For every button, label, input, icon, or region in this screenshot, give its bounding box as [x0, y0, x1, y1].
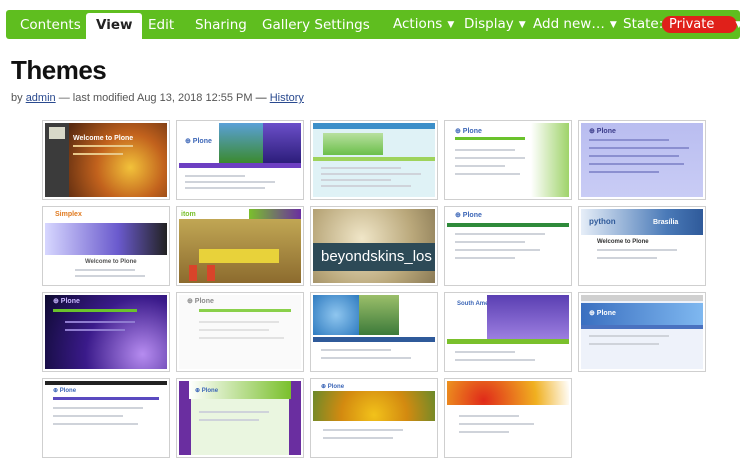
gallery-thumbnail[interactable] [310, 292, 438, 372]
byline: by admin — last modified Aug 13, 2018 12… [11, 92, 304, 104]
gallery-thumbnail[interactable]: ⊕ Plone [444, 120, 572, 200]
gallery-thumbnail[interactable]: Welcome to Plone [42, 120, 170, 200]
add-new-menu-label: Add new… [533, 16, 605, 32]
gallery-thumbnail[interactable]: python Brasília Welcome to Plone [578, 206, 706, 286]
gallery-thumbnail[interactable]: beyondskins_los [310, 206, 438, 286]
thumbnail-caption: beyondskins_los [313, 243, 435, 271]
actions-menu-label: Actions [393, 16, 443, 32]
tab-gallery-settings[interactable]: Gallery Settings [252, 10, 380, 39]
page-title: Themes [11, 55, 107, 85]
chevron-down-icon: ▼ [518, 20, 526, 30]
gallery-thumbnail[interactable]: ⊕ Plone [176, 292, 304, 372]
tab-view[interactable]: View [86, 13, 143, 39]
byline-by: by [11, 92, 23, 104]
gallery-thumbnail[interactable]: ⊕ Plone [42, 292, 170, 372]
gallery-thumbnail[interactable] [310, 120, 438, 200]
edit-toolbar: Contents View Edit Sharing Gallery Setti… [6, 10, 742, 39]
gallery-thumbnail[interactable]: ⊕ Plone [176, 120, 304, 200]
chevron-down-icon: ▼ [609, 20, 617, 30]
display-menu-label: Display [464, 16, 514, 32]
gallery-thumbnail[interactable]: ⊕ Plone [42, 378, 170, 458]
add-new-menu[interactable]: Add new… ▼ [533, 10, 617, 39]
gallery-thumbnail[interactable]: Simplex Welcome to Plone [42, 206, 170, 286]
history-link[interactable]: History [270, 92, 304, 104]
actions-menu[interactable]: Actions ▼ [393, 10, 454, 39]
tab-contents[interactable]: Contents [10, 10, 91, 39]
state-label: State: [623, 16, 664, 32]
chevron-down-icon: ▼ [447, 20, 455, 30]
display-menu[interactable]: Display ▼ [464, 10, 526, 39]
state-value: Private [669, 17, 715, 32]
tab-edit[interactable]: Edit [138, 10, 184, 39]
tab-sharing[interactable]: Sharing [185, 10, 257, 39]
gallery-thumbnail[interactable]: ⊕ Plone [310, 378, 438, 458]
state-badge[interactable]: Private ▼ [662, 16, 742, 33]
chevron-down-icon: ▼ [735, 20, 743, 30]
gallery-thumbnail[interactable]: ⊕ Plone [176, 378, 304, 458]
gallery-thumbnail[interactable]: ⊕ Plone [578, 120, 706, 200]
gallery-thumbnail[interactable]: ⊕ Plone [578, 292, 706, 372]
author-link[interactable]: admin [26, 92, 56, 104]
gallery-thumbnail[interactable]: South America [444, 292, 572, 372]
gallery-thumbnail[interactable]: itom [176, 206, 304, 286]
gallery-thumbnail[interactable]: ⊕ Plone [444, 206, 572, 286]
byline-dash: — [255, 92, 267, 104]
gallery-thumbnail[interactable] [444, 378, 572, 458]
byline-modified: — last modified Aug 13, 2018 12:55 PM [58, 92, 253, 104]
